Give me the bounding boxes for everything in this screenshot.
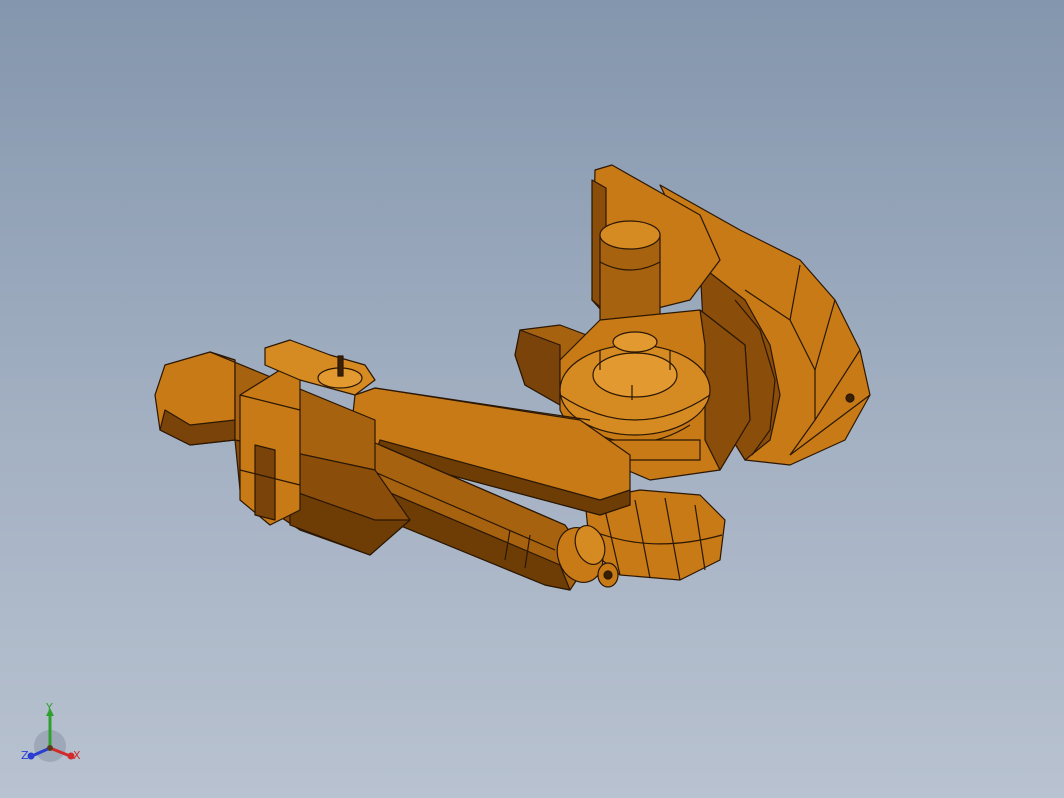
- y-axis-label: Y: [46, 701, 53, 714]
- axis-triad: Y X Z: [18, 702, 88, 772]
- robot-arm-model[interactable]: [0, 0, 1064, 798]
- vertical-motor: [599, 220, 661, 331]
- z-axis-label: Z: [21, 749, 29, 762]
- x-axis-label: X: [73, 749, 81, 762]
- graphics-viewport[interactable]: Y X Z: [0, 0, 1064, 798]
- collar-ring: [239, 369, 301, 526]
